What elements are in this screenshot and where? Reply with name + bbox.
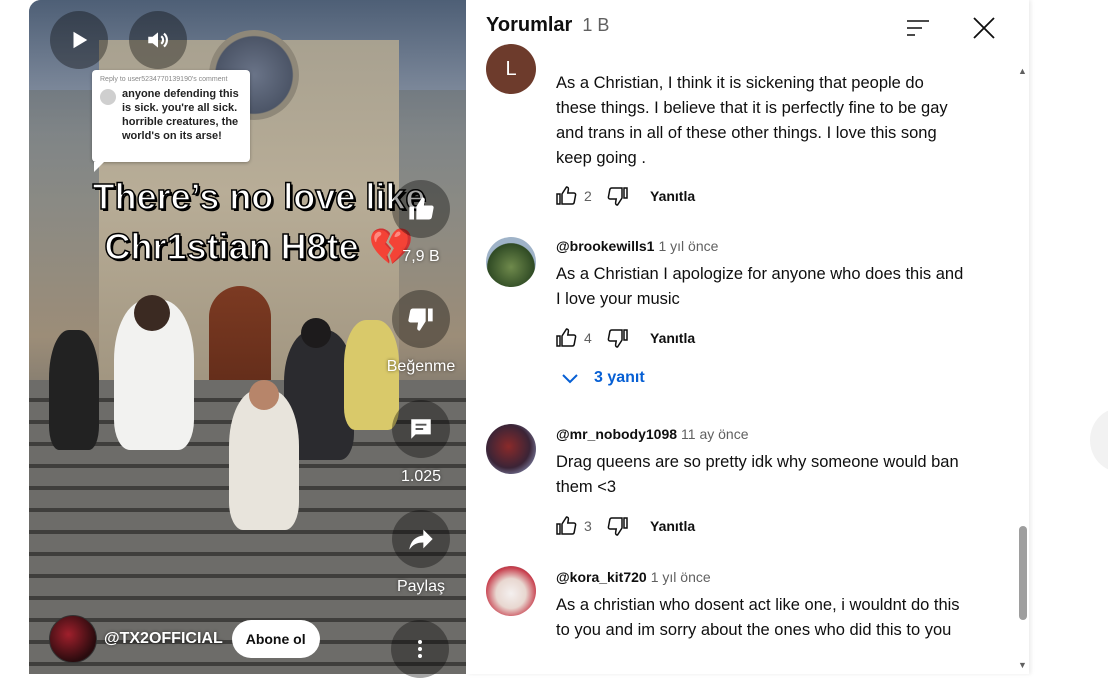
more-vert-icon bbox=[418, 640, 422, 658]
avatar-letter: L bbox=[505, 57, 517, 80]
reply-to-label: Reply to user5234770139190's comment bbox=[100, 76, 228, 83]
scroll-up-arrow[interactable]: ▲ bbox=[1018, 66, 1027, 76]
sort-button[interactable] bbox=[900, 10, 936, 46]
close-button[interactable] bbox=[966, 10, 1002, 46]
thumb-up-icon[interactable] bbox=[554, 514, 578, 538]
scrollbar-thumb[interactable] bbox=[1019, 526, 1027, 620]
close-icon bbox=[973, 17, 995, 39]
replies-count: 3 yanıt bbox=[594, 369, 645, 386]
comments-total: 1 B bbox=[582, 15, 610, 35]
scroll-down-arrow[interactable]: ▼ bbox=[1018, 660, 1027, 670]
comment-actions: 4 Yanıtla bbox=[554, 323, 695, 353]
play-button[interactable] bbox=[50, 11, 108, 69]
comment-text: As a christian who dosent act like one, … bbox=[556, 596, 960, 639]
comment-author[interactable]: @kora_kit720 bbox=[556, 569, 647, 585]
comment-avatar[interactable]: L bbox=[486, 44, 536, 94]
dislike-action[interactable]: Beğenme bbox=[387, 290, 455, 376]
reply-button[interactable]: Yanıtla bbox=[650, 518, 695, 534]
dislike-button[interactable] bbox=[392, 290, 450, 348]
comment-author[interactable]: @mr_nobody1098 bbox=[556, 426, 677, 442]
comment-author[interactable]: @brookewills1 bbox=[556, 238, 654, 254]
video-figure-head bbox=[134, 295, 170, 331]
thumb-down-icon[interactable] bbox=[606, 514, 630, 538]
channel-avatar[interactable] bbox=[49, 615, 97, 663]
thumb-up-icon bbox=[409, 197, 434, 220]
thumb-down-icon[interactable] bbox=[606, 184, 630, 208]
thumb-up-icon[interactable] bbox=[554, 326, 578, 350]
comment-time[interactable]: 1 yıl önce bbox=[658, 238, 718, 254]
like-count: 3 bbox=[584, 518, 592, 534]
channel-row: @TX2OFFICIAL Abone ol bbox=[49, 615, 320, 663]
share-icon bbox=[409, 529, 433, 550]
comment-count: 1.025 bbox=[400, 468, 442, 485]
comment-avatar[interactable] bbox=[486, 566, 536, 616]
like-count: 4 bbox=[584, 330, 592, 346]
overlay-line-2: Chr1stian H8te bbox=[104, 225, 360, 268]
comment-avatar[interactable] bbox=[486, 237, 536, 287]
like-count: 7,9 B bbox=[402, 248, 440, 265]
play-icon bbox=[73, 31, 88, 49]
comment-text: Drag queens are so pretty idk why someon… bbox=[556, 453, 959, 496]
reply-button[interactable]: Yanıtla bbox=[650, 330, 695, 346]
comment-actions: 2 Yanıtla bbox=[554, 181, 695, 211]
reply-button[interactable]: Yanıtla bbox=[650, 188, 695, 204]
share-button[interactable] bbox=[392, 510, 450, 568]
chevron-down-icon bbox=[562, 374, 578, 384]
volume-button[interactable] bbox=[129, 11, 187, 69]
comment-avatar[interactable] bbox=[486, 424, 536, 474]
like-action[interactable]: 7,9 B bbox=[391, 180, 451, 266]
comments-button[interactable] bbox=[392, 400, 450, 458]
comments-title: Yorumlar bbox=[486, 14, 573, 36]
comments-panel: Yorumlar 1 B L As a Christian, I think i… bbox=[466, 0, 1029, 674]
volume-icon bbox=[148, 32, 168, 48]
video-figure bbox=[229, 390, 299, 530]
comment-text: As a Christian I apologize for anyone wh… bbox=[556, 265, 964, 308]
thumb-down-icon bbox=[408, 308, 433, 331]
channel-name[interactable]: @TX2OFFICIAL bbox=[104, 630, 223, 648]
dislike-label: Beğenme bbox=[386, 358, 456, 375]
comment-time[interactable]: 11 ay önce bbox=[681, 426, 748, 442]
comments-action[interactable]: 1.025 bbox=[391, 400, 451, 486]
like-button[interactable] bbox=[392, 180, 450, 238]
subscribe-button[interactable]: Abone ol bbox=[231, 620, 320, 658]
comment-text: As a Christian, I think it is sickening … bbox=[556, 74, 948, 167]
comment-time[interactable]: 1 yıl önce bbox=[651, 569, 711, 585]
comment-actions: 3 Yanıtla bbox=[554, 511, 695, 541]
thumb-down-icon[interactable] bbox=[606, 326, 630, 350]
share-label: Paylaş bbox=[396, 578, 446, 595]
video-figure bbox=[49, 330, 99, 450]
comment-icon bbox=[411, 419, 431, 439]
video-figure-head bbox=[301, 318, 331, 348]
thumb-up-icon[interactable] bbox=[554, 184, 578, 208]
reply-avatar bbox=[100, 89, 116, 105]
reply-card-text: anyone defending this is sick. you're al… bbox=[122, 88, 239, 142]
more-options-button[interactable] bbox=[391, 620, 449, 678]
reply-comment-card: Reply to user5234770139190's comment any… bbox=[92, 70, 250, 172]
share-action[interactable]: Paylaş bbox=[391, 510, 451, 596]
like-count: 2 bbox=[584, 188, 592, 204]
view-replies-button[interactable]: 3 yanıt bbox=[558, 366, 645, 390]
comments-header: Yorumlar 1 B bbox=[486, 14, 609, 37]
sort-icon bbox=[907, 20, 929, 36]
video-figure-head bbox=[249, 380, 279, 410]
next-video-button[interactable] bbox=[1090, 408, 1108, 472]
